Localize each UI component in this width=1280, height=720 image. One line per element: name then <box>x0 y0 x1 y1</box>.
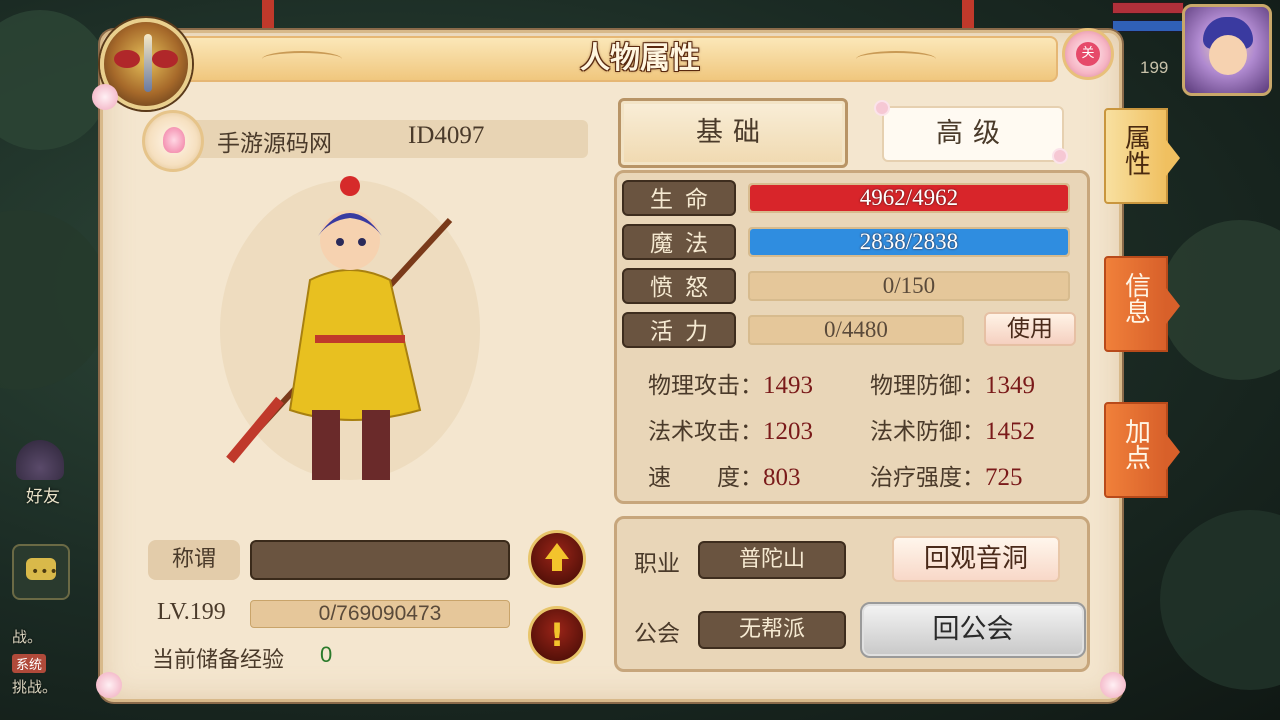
stored-exp-label: 当前储备经验 <box>152 648 285 673</box>
side-tab-info[interactable]: 信息 <box>1104 256 1180 352</box>
phys-def-stat: 物理防御：1349 <box>870 366 1035 400</box>
phys-def-label: 物理防御： <box>870 373 985 399</box>
side-tab-points-label: 加点 <box>1120 418 1151 470</box>
heal-value: 725 <box>985 464 1023 491</box>
character-model <box>220 176 480 480</box>
phys-atk-stat: 物理攻击：1493 <box>648 366 813 400</box>
rage-label: 愤怒 <box>622 268 736 304</box>
title-label: 称谓 <box>148 540 240 580</box>
hp-value: 4962/4962 <box>859 185 959 210</box>
friends-avatar-icon <box>16 440 64 480</box>
chat-line: 挑战。 <box>12 679 58 696</box>
phys-def-value: 1349 <box>985 372 1035 399</box>
speed-label: 速 度： <box>648 465 763 491</box>
close-button[interactable]: 关 <box>1062 28 1114 80</box>
heal-label: 治疗强度： <box>870 465 985 491</box>
mp-value: 2838/2838 <box>859 229 959 254</box>
phys-atk-value: 1493 <box>763 372 813 399</box>
friends-button[interactable]: 好友 <box>10 440 70 506</box>
tab-basic-label: 基础 <box>696 117 770 148</box>
exp-bar: 0/769090473 <box>250 600 510 628</box>
magic-def-value: 1452 <box>985 418 1035 445</box>
upgrade-button[interactable] <box>528 530 586 588</box>
side-tab-info-label: 信息 <box>1120 272 1151 324</box>
return-guild-button[interactable]: 回公会 <box>860 602 1086 658</box>
hp-label: 生命 <box>622 180 736 216</box>
speed-stat: 速 度：803 <box>648 458 801 492</box>
blossom-decoration <box>1054 150 1066 162</box>
lotus-icon <box>142 110 204 172</box>
vitality-label: 活力 <box>622 312 736 348</box>
blossom-decoration <box>1100 672 1126 698</box>
character-name: 手游源码网 <box>217 131 332 157</box>
magic-atk-label: 法术攻击： <box>648 419 763 445</box>
side-tab-attributes[interactable]: 属性 <box>1104 108 1180 204</box>
mp-bar: 2838/2838 <box>748 227 1070 257</box>
magic-def-label: 法术防御： <box>870 419 985 445</box>
heal-stat: 治疗强度：725 <box>870 458 1023 492</box>
guild-label: 公会 <box>634 621 680 647</box>
chat-button[interactable]: ••• <box>12 544 70 600</box>
return-guanyin-cave-button[interactable]: 回观音洞 <box>892 536 1060 582</box>
magic-atk-stat: 法术攻击：1203 <box>648 412 813 446</box>
level-label: LV.199 <box>157 599 226 625</box>
info-button[interactable]: ! <box>528 606 586 664</box>
side-tab-attributes-label: 属性 <box>1120 124 1151 176</box>
hp-bar: 4962/4962 <box>748 183 1070 213</box>
guild-value: 无帮派 <box>698 611 846 649</box>
stored-exp-value: 0 <box>320 642 333 667</box>
chat-line: 战。 <box>12 629 43 646</box>
side-tab-points[interactable]: 加点 <box>1104 402 1180 498</box>
use-vitality-button[interactable]: 使用 <box>984 312 1076 346</box>
phys-atk-label: 物理攻击： <box>648 373 763 399</box>
rage-bar: 0/150 <box>748 271 1070 301</box>
exclamation-icon: ! <box>549 616 565 654</box>
vitality-bar: 0/4480 <box>748 315 964 345</box>
blossom-decoration <box>96 672 122 698</box>
tab-advanced-label: 高级 <box>936 118 1010 149</box>
system-tag: 系统 <box>12 654 47 673</box>
character-id: ID4097 <box>408 122 485 149</box>
vitality-value: 0/4480 <box>824 317 888 342</box>
rage-value: 0/150 <box>882 273 936 298</box>
job-value: 普陀山 <box>698 541 846 579</box>
magic-def-stat: 法术防御：1452 <box>870 412 1035 446</box>
speed-value: 803 <box>763 464 801 491</box>
magic-atk-value: 1203 <box>763 418 813 445</box>
tab-advanced[interactable]: 高级 <box>882 106 1064 162</box>
blossom-decoration <box>92 84 118 110</box>
tab-basic[interactable]: 基础 <box>618 98 848 168</box>
friends-label: 好友 <box>26 487 60 506</box>
mp-label: 魔法 <box>622 224 736 260</box>
title-field[interactable] <box>250 540 510 580</box>
close-icon: 关 <box>1076 42 1100 66</box>
blossom-decoration <box>876 102 888 114</box>
job-label: 职业 <box>634 551 680 577</box>
